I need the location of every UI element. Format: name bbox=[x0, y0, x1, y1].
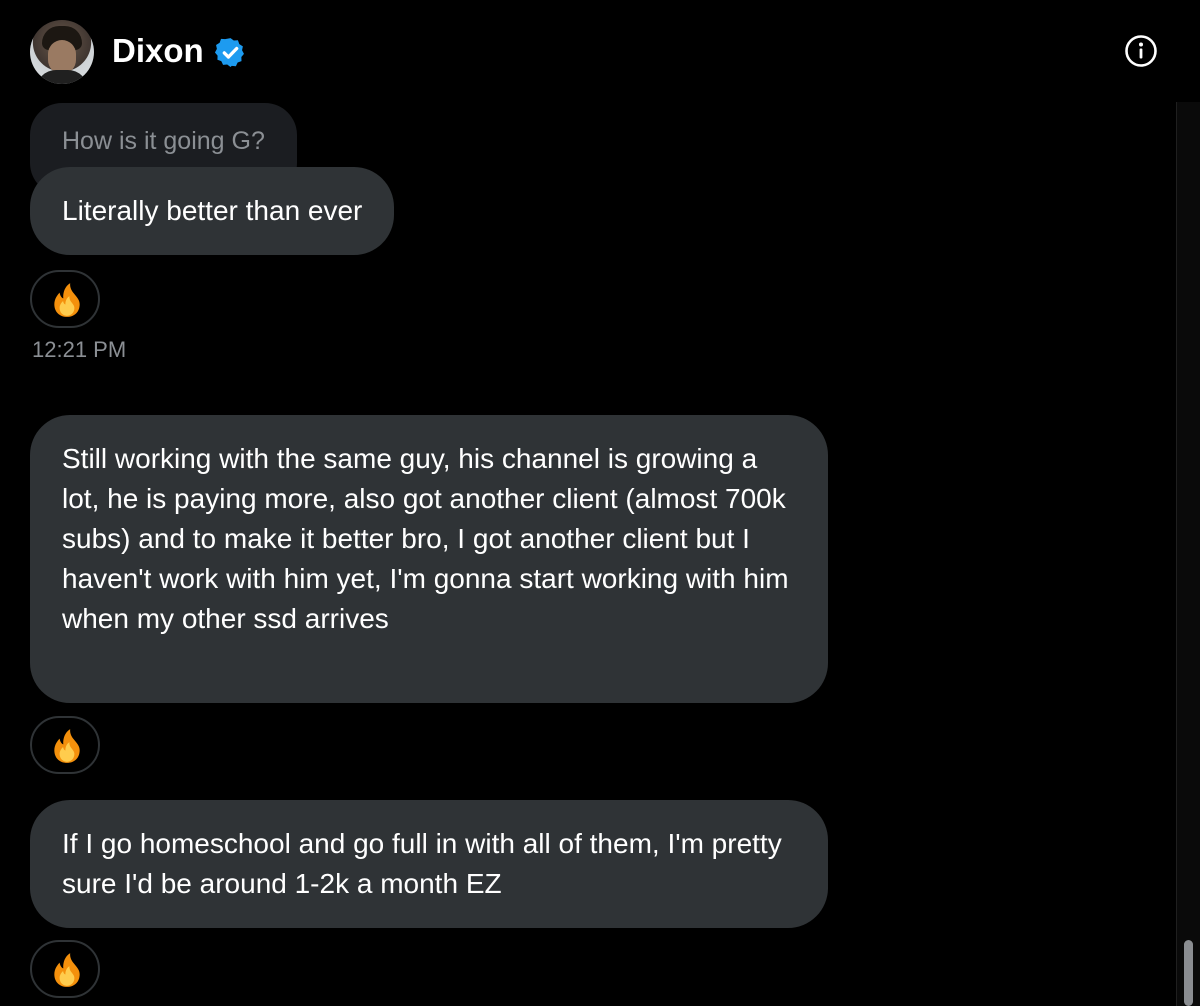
fire-reaction[interactable] bbox=[30, 716, 100, 774]
avatar[interactable] bbox=[30, 20, 94, 84]
fire-icon bbox=[54, 953, 80, 987]
info-icon[interactable] bbox=[1124, 34, 1158, 68]
scrollbar-thumb[interactable] bbox=[1184, 940, 1193, 1006]
fire-icon bbox=[54, 283, 80, 317]
message-bubble[interactable]: Still working with the same guy, his cha… bbox=[30, 415, 828, 703]
contact-name[interactable]: Dixon bbox=[112, 28, 204, 74]
fire-reaction[interactable] bbox=[30, 940, 100, 998]
message-timestamp: 12:21 PM bbox=[32, 337, 127, 362]
verified-badge-icon bbox=[214, 38, 244, 67]
avatar-face bbox=[48, 40, 76, 74]
message-bubble[interactable]: If I go homeschool and go full in with a… bbox=[30, 800, 828, 928]
scrollbar[interactable] bbox=[1176, 102, 1200, 1006]
message-bubble[interactable]: Literally better than ever bbox=[30, 167, 395, 255]
fire-icon bbox=[54, 729, 80, 763]
avatar-shirt bbox=[36, 70, 88, 84]
fire-reaction[interactable] bbox=[30, 270, 100, 328]
conversation-header: Dixon bbox=[0, 0, 1200, 102]
